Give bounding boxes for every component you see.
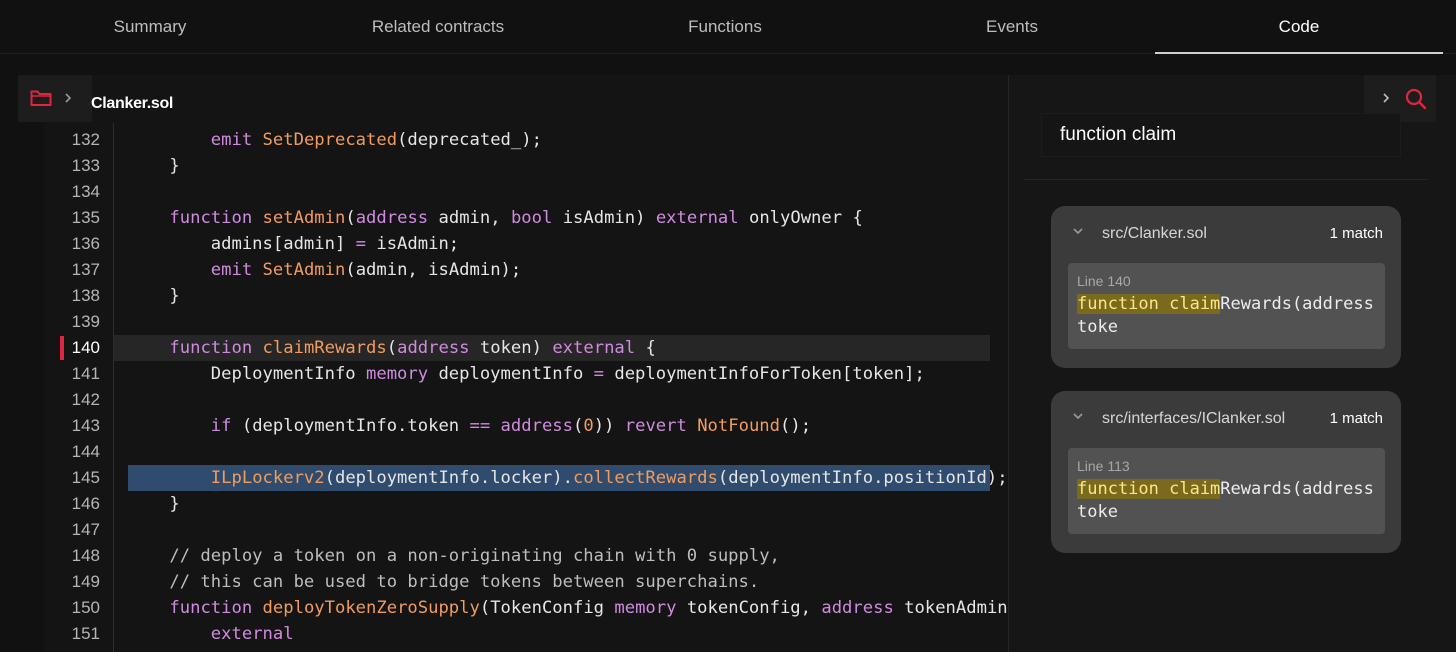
line-number: 150 [71,598,100,617]
line-number: 137 [71,260,100,279]
chevron-right-icon [65,93,72,103]
match-snippet: function claimRewards(address toke [1077,293,1381,339]
code-line[interactable]: 138 } [44,283,1008,309]
code-text: function setAdmin(address admin, bool is… [169,208,863,228]
result-file-path: src/interfaces/IClanker.sol [1102,410,1286,427]
line-number: 149 [71,572,100,591]
code-line[interactable]: 132 emit SetDeprecated(deprecated_); [44,127,1008,153]
code-text: if (deploymentInfo.token == address(0)) … [210,416,812,436]
search-match-item[interactable]: Line 113 function claimRewards(address t… [1068,448,1385,534]
code-line[interactable]: 136 admins[admin] = isAdmin; [44,231,1008,257]
code-text: function deployTokenZeroSupply(TokenConf… [169,598,1008,618]
divider [1023,179,1427,180]
code-text: } [128,156,180,176]
tab-functions[interactable]: Functions [581,0,869,54]
code-view[interactable]: 132 emit SetDeprecated(deprecated_); 133 … [44,123,1008,652]
code-text: function claimRewards(address token) ext… [169,338,656,358]
code-line[interactable]: 139 [44,309,1008,335]
line-number: 138 [71,286,100,305]
tab-related-contracts[interactable]: Related contracts [294,0,582,54]
tab-summary[interactable]: Summary [6,0,294,54]
line-number: 139 [71,312,100,331]
match-snippet: function claimRewards(address toke [1077,478,1381,524]
match-highlight: function claim [1077,294,1221,314]
line-number: 142 [71,390,100,409]
line-number: 147 [71,520,100,539]
code-editor: Clanker.sol 132 emit SetDeprecated(depre… [0,75,1008,652]
code-text: } [128,286,180,306]
match-line-number: Line 140 [1077,273,1131,289]
tab-label: Code [1278,17,1320,36]
line-number: 136 [71,234,100,253]
line-number: 133 [71,156,100,175]
line-number: 146 [71,494,100,513]
tab-events[interactable]: Events [868,0,1156,54]
tab-bar: Summary Related contracts Functions Even… [0,0,1456,54]
chevron-down-icon [1073,228,1083,235]
match-highlight: function claim [1077,479,1221,499]
code-text: // deploy a token on a non-originating c… [128,546,780,566]
search-result-group[interactable]: src/interfaces/IClanker.sol 1 match Line… [1051,391,1401,553]
folder-icon [30,90,52,106]
code-text: // this can be used to bridge tokens bet… [128,572,760,592]
line-number: 134 [71,182,100,201]
chevron-right-icon [1383,93,1390,103]
line-number: 151 [71,624,100,643]
line-number: 135 [71,208,100,227]
search-match-item[interactable]: Line 140 function claimRewards(address t… [1068,263,1385,349]
code-line[interactable]: 143 if (deploymentInfo.token == address(… [44,413,1008,439]
code-line[interactable]: 140 function claimRewards(address token)… [44,335,1008,361]
tab-label: Events [986,17,1038,36]
tab-code[interactable]: Code [1155,0,1443,54]
search-input[interactable] [1041,113,1401,157]
code-text: } [128,494,180,514]
result-match-count: 1 match [1329,410,1383,427]
search-result-group[interactable]: src/Clanker.sol 1 match Line 140 functio… [1051,206,1401,368]
line-number: 132 [71,130,100,149]
tab-label: Related contracts [371,17,505,36]
line-number: 148 [71,546,100,565]
line-number: 140 [71,338,100,357]
line-number: 143 [71,416,100,435]
result-match-count: 1 match [1329,225,1383,242]
code-line[interactable]: 144 [44,439,1008,465]
result-file-path: src/Clanker.sol [1102,225,1207,242]
code-line[interactable]: 141 DeploymentInfo memory deploymentInfo… [44,361,1008,387]
file-tree-toggle[interactable] [18,75,92,122]
chevron-down-icon [1073,413,1083,420]
code-text: ILpLockerv2(deploymentInfo.locker).colle… [210,468,1008,488]
line-number: 145 [71,468,100,487]
code-line[interactable]: 142 [44,387,1008,413]
code-text: admins[admin] = isAdmin; [128,234,460,254]
tab-label: Summary [113,17,187,36]
search-panel: src/Clanker.sol 1 match Line 140 functio… [1008,75,1456,652]
code-line[interactable]: 137 emit SetAdmin(admin, isAdmin); [44,257,1008,283]
code-line[interactable]: 148 // deploy a token on a non-originati… [44,543,1008,569]
code-text: DeploymentInfo memory deploymentInfo = d… [128,364,925,384]
search-icon [1405,88,1427,110]
code-line[interactable]: 151 external [44,621,1008,647]
code-line[interactable]: 146 } [44,491,1008,517]
file-name: Clanker.sol [91,95,174,112]
code-line[interactable]: 135 function setAdmin(address admin, boo… [44,205,1008,231]
code-line[interactable]: 147 [44,517,1008,543]
tab-label: Functions [688,17,762,36]
line-number: 144 [71,442,100,461]
code-text: emit SetDeprecated(deprecated_); [210,130,542,150]
code-line[interactable]: 150 function deployTokenZeroSupply(Token… [44,595,1008,621]
code-text: emit SetAdmin(admin, isAdmin); [210,260,522,280]
code-line[interactable]: 149 // this can be used to bridge tokens… [44,569,1008,595]
editor-side-rail [0,75,44,652]
code-line[interactable]: 145 ILpLockerv2(deploymentInfo.locker).c… [44,465,1008,491]
code-text: external [210,624,294,644]
line-number: 141 [71,364,100,383]
match-line-number: Line 113 [1077,458,1130,474]
code-line[interactable]: 134 [44,179,1008,205]
code-line[interactable]: 133 } [44,153,1008,179]
